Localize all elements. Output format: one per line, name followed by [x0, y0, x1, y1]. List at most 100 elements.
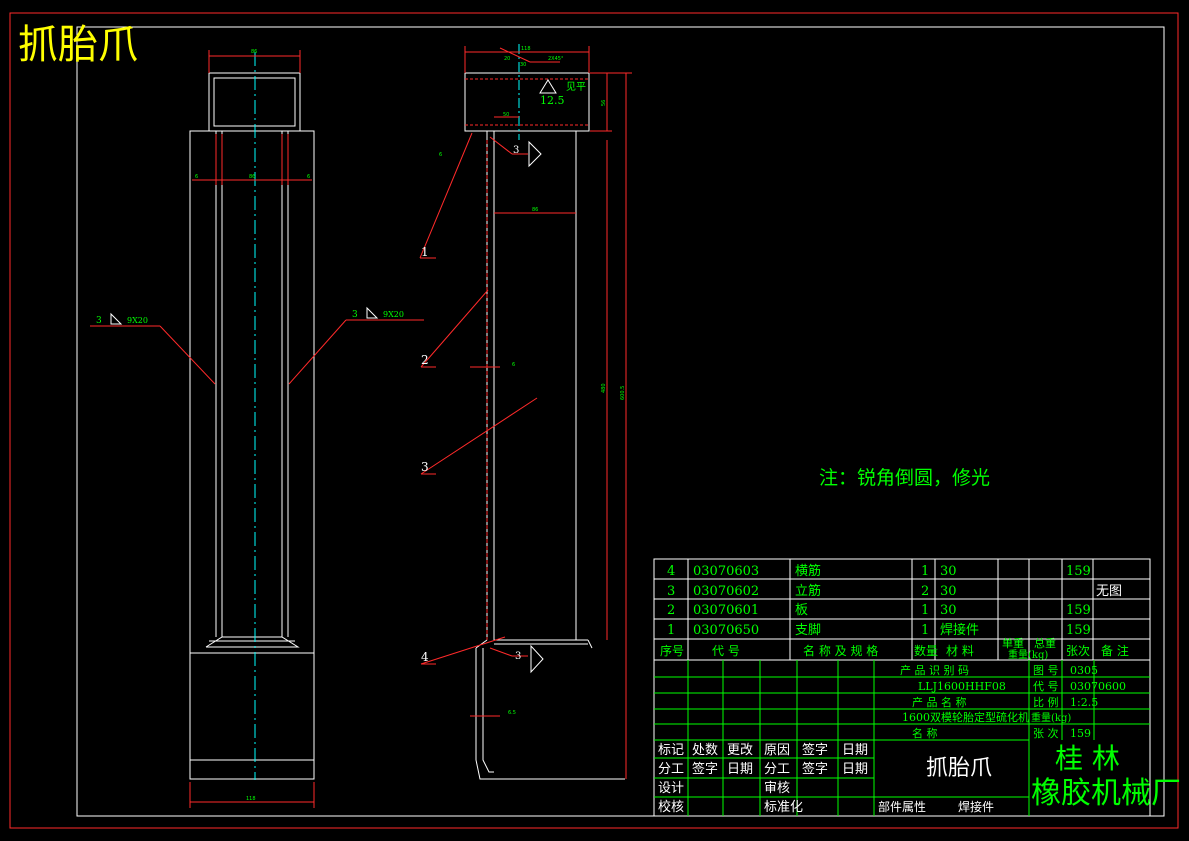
sig-label: 更改: [727, 743, 753, 758]
front-dim-bottom: 118: [246, 796, 256, 802]
weld-bottom-symbol: [530, 644, 544, 674]
attr-label: 部件属性: [878, 799, 926, 814]
bom-row-code: 03070601: [693, 603, 759, 618]
bom-row-seq: 2: [667, 603, 675, 618]
bom-row-total: 159: [1066, 564, 1091, 579]
bom-header-total-wt: 总重: [1034, 636, 1056, 650]
product-code: LLJ1600HHF08: [918, 680, 1006, 693]
bom-header-name: 名 称 及 规 格: [803, 643, 878, 658]
attr-value: 焊接件: [958, 799, 994, 814]
bom-row-seq: 1: [667, 623, 675, 638]
bom-row-code: 03070602: [693, 584, 759, 599]
drawing-no-label: 图 号: [1033, 664, 1059, 677]
code-value: 03070600: [1070, 680, 1126, 693]
front-dim-left: 6: [195, 174, 198, 180]
side-dim-f: 6: [439, 152, 442, 158]
balloon-4: 4: [421, 650, 429, 664]
scale-value: 1:2.5: [1070, 696, 1098, 709]
drawing-title: 抓胎爪: [18, 22, 138, 68]
side-dim-h: 6.5: [508, 710, 516, 716]
bom-row-seq: 3: [667, 584, 675, 599]
bom-row-qty: 1: [921, 623, 929, 638]
roughness-symbol: [539, 79, 557, 94]
bom-row-material: 30: [940, 603, 957, 618]
sig-standard: 标准化: [764, 800, 803, 815]
sheet-label: 张 次: [1033, 726, 1059, 740]
side-dim-height: 480: [601, 383, 607, 393]
bom-row-material: 30: [940, 584, 957, 599]
side-dimensions: [419, 46, 632, 779]
note-text: 注：锐角倒圆，修光: [819, 467, 990, 489]
bom-header-weight-unit: 重量(kg): [1008, 648, 1048, 661]
weld-right-spec: 9X20: [383, 310, 404, 319]
bom-row-name: 立筋: [795, 583, 821, 599]
front-dim-inner: 86: [249, 174, 255, 180]
bom-row-qty: 2: [921, 584, 929, 599]
side-dim-right: 56: [601, 100, 607, 106]
weld-right-symbol: [366, 306, 379, 319]
side-dim-a: 20: [504, 56, 510, 62]
bom-header-seq: 序号: [660, 643, 684, 658]
name-label: 名 称: [912, 726, 938, 740]
bom-row-qty: 1: [921, 564, 929, 579]
sig-label: 处数: [692, 743, 718, 758]
bom-row-code: 03070603: [693, 564, 759, 579]
bom-row-material: 30: [940, 564, 957, 579]
sheet-value: 159: [1070, 727, 1091, 740]
bom-row-code: 03070650: [693, 623, 759, 638]
bom-row-material: 焊接件: [940, 622, 979, 638]
bom-row-seq: 4: [667, 564, 675, 579]
weld-top-num: 3: [513, 145, 519, 156]
side-dim-top: 118: [521, 46, 531, 52]
sig-check: 校核: [658, 799, 684, 815]
sig-label: 原因: [764, 743, 790, 758]
sig-label: 日期: [842, 743, 868, 758]
front-dim-top: 86: [251, 49, 257, 55]
cad-drawing: 抓胎爪 86 86 6 6 118 3 9X20 3 9X20 118 20 3…: [9, 12, 1181, 829]
balloon-1: 1: [421, 245, 429, 259]
weld-left-spec: 9X20: [127, 316, 148, 325]
bom-row-total: 159: [1066, 603, 1091, 618]
bom-row-name: 板: [795, 603, 808, 618]
roughness-value: 12.5: [540, 94, 565, 107]
bom-header-sheet: 张次: [1066, 644, 1090, 658]
bom-row-total: 159: [1066, 623, 1091, 638]
sig-label: 日期: [727, 762, 753, 777]
side-dim-b: 30: [520, 62, 526, 68]
weld-right-num: 3: [352, 310, 358, 320]
bom-row-name: 横筋: [795, 563, 821, 579]
bom-header-remark: 备 注: [1101, 643, 1129, 658]
product-code-label: 产 品 识 别 码: [900, 663, 969, 677]
side-dim-c: 2X45°: [548, 56, 564, 62]
drawing-no: 0305: [1070, 664, 1098, 677]
weld-top-symbol: [528, 140, 542, 168]
balloon-3: 3: [421, 460, 429, 474]
front-dim-right: 6: [307, 174, 310, 180]
part-name: 抓胎爪: [926, 756, 992, 781]
bom-header-unit-wt: 单重: [1002, 636, 1024, 650]
sig-label: 标记: [658, 743, 684, 758]
weld-left-num: 3: [96, 316, 102, 326]
sig-label: 签字: [802, 761, 828, 777]
sig-label: 分工: [764, 762, 790, 777]
scale-label: 比 例: [1033, 695, 1059, 709]
sig-label: 签字: [802, 742, 828, 758]
side-dim-d: 50: [503, 112, 509, 118]
company-name-1: 桂 林: [1055, 742, 1120, 775]
product-name: 1600双模轮胎定型硫化机: [902, 710, 1029, 724]
outer-border: [9, 12, 1179, 829]
company-name-2: 橡胶机械厂: [1031, 776, 1181, 811]
front-dimensions: [90, 50, 424, 808]
inner-border: [76, 26, 1165, 817]
side-dim-total: 600.5: [620, 386, 626, 400]
weld-bottom-num: 3: [515, 651, 521, 662]
bom-row-name: 支脚: [795, 622, 821, 638]
sig-label: 分工: [658, 762, 684, 777]
sig-label: 签字: [692, 761, 718, 777]
side-dim-g: 6: [512, 362, 515, 368]
weight-label: 重量(kg): [1031, 711, 1071, 724]
code-label: 代 号: [1033, 680, 1059, 693]
weld-left-symbol: [110, 312, 123, 325]
bom-header-code: 代 号: [712, 644, 740, 658]
sig-design: 设计: [658, 781, 684, 796]
